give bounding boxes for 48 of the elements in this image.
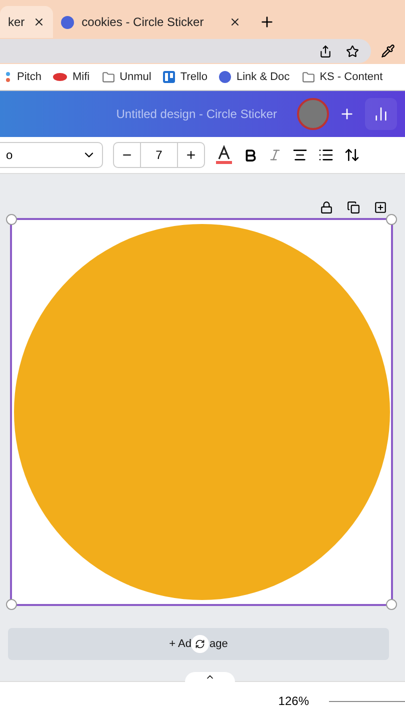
close-icon[interactable]: [228, 16, 241, 28]
close-icon[interactable]: [32, 16, 45, 28]
resize-handle[interactable]: [386, 214, 397, 225]
add-icon[interactable]: [374, 201, 387, 214]
bookmark[interactable]: KS - Content: [302, 70, 383, 84]
logo-icon: [219, 71, 232, 83]
bookmark-label: Pitch: [17, 71, 42, 83]
folder-icon: [302, 70, 315, 84]
bookmark[interactable]: Unmul: [102, 70, 152, 84]
list-button[interactable]: [318, 147, 334, 163]
tab-title: cookies - Circle Sticker: [82, 15, 205, 29]
bookmark[interactable]: Link & Doc: [219, 71, 290, 83]
italic-button[interactable]: [268, 148, 282, 162]
bookmark[interactable]: Trello: [163, 71, 208, 83]
align-button[interactable]: [292, 147, 308, 163]
bookmark-label: Trello: [180, 71, 208, 83]
bookmark[interactable]: Mifi: [53, 71, 90, 83]
bold-button[interactable]: [243, 148, 258, 162]
spacing-button[interactable]: [344, 147, 360, 163]
font-dropdown[interactable]: o: [0, 142, 103, 168]
tab-title: ker: [8, 15, 25, 29]
dots-icon: [4, 71, 12, 83]
add-page-button[interactable]: + Ad age: [8, 628, 389, 660]
board-icon: [163, 71, 176, 83]
zoom-level: 126%: [278, 694, 309, 708]
bookmark-label: Mifi: [72, 71, 90, 83]
folder-icon: [102, 70, 115, 84]
lock-icon[interactable]: [320, 201, 333, 214]
duplicate-icon[interactable]: [347, 201, 360, 214]
bookmark[interactable]: Pitch: [4, 71, 42, 83]
chart-icon: [373, 106, 389, 122]
plus-icon: [185, 149, 197, 161]
bookmark-label: Link & Doc: [236, 71, 290, 83]
plus-icon[interactable]: [339, 106, 355, 122]
plus-icon: [258, 14, 275, 30]
bookmark-label: Unmul: [120, 71, 152, 83]
star-icon[interactable]: [346, 44, 359, 58]
share-icon[interactable]: [319, 44, 332, 58]
chart-button[interactable]: [365, 98, 397, 130]
eyedropper-icon[interactable]: [381, 44, 395, 58]
rotate-icon[interactable]: [191, 635, 210, 653]
text-color-icon[interactable]: [215, 145, 233, 165]
resize-handle[interactable]: [6, 214, 17, 225]
logo-icon: [60, 16, 74, 28]
resize-handle[interactable]: [6, 599, 17, 610]
resize-handle[interactable]: [386, 599, 397, 610]
browser-tab[interactable]: ker: [0, 6, 53, 38]
bookmark-label: KS - Content: [320, 71, 383, 83]
